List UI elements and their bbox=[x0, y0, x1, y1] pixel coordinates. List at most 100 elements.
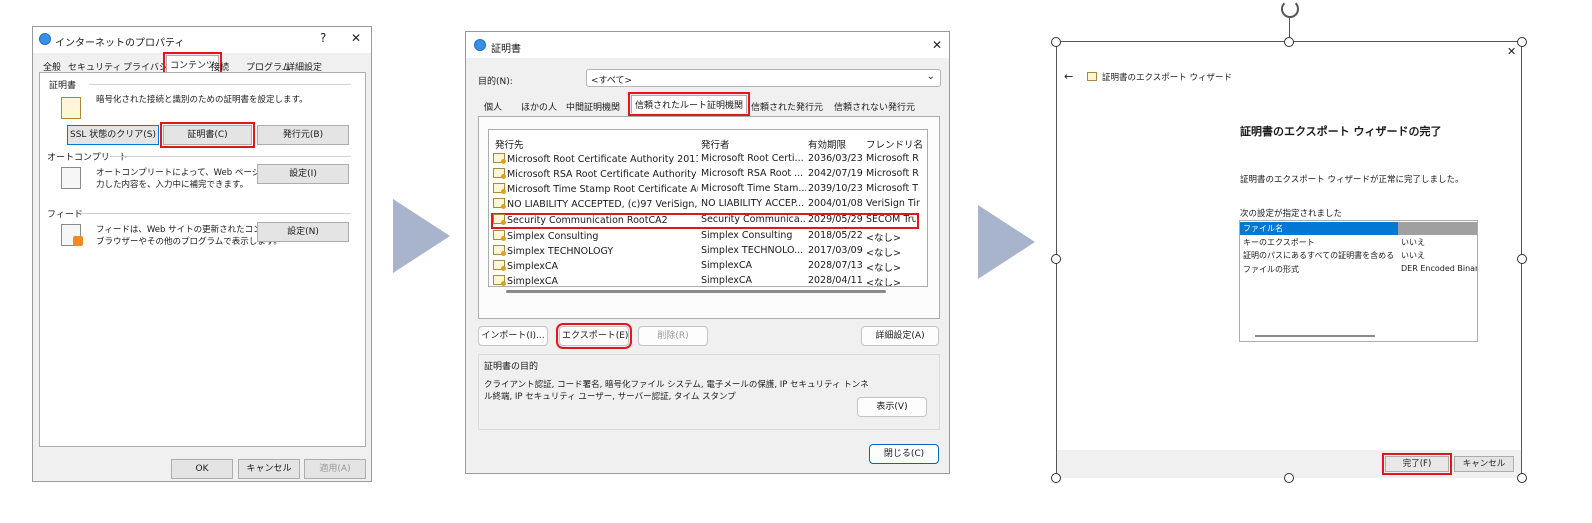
autocomplete-icon bbox=[61, 167, 81, 189]
finish-button[interactable]: 完了(F) bbox=[1382, 453, 1452, 475]
row-issued-to-text: Microsoft RSA Root Certificate Authority… bbox=[507, 169, 698, 180]
internet-options-icon bbox=[39, 33, 51, 45]
divider bbox=[89, 84, 351, 85]
table-row[interactable]: Microsoft Root Certificate Authority 201… bbox=[493, 152, 927, 167]
row-expiration: 2017/03/09 bbox=[808, 245, 863, 256]
certificate-list[interactable]: 発行先 発行者 有効期限 フレンドリ名 Microsoft Root Certi… bbox=[488, 129, 928, 287]
row-expiration: 2028/07/13 bbox=[808, 260, 863, 271]
wizard-icon bbox=[1087, 72, 1097, 81]
table-row[interactable]: NO LIABILITY ACCEPTED, (c)97 VeriSign, I… bbox=[493, 197, 927, 212]
purpose-select-value: <すべて> bbox=[591, 76, 633, 86]
purpose-text-line1: クライアント認証, コード署名, 暗号化ファイル システム, 電子メールの保護,… bbox=[484, 380, 869, 390]
certificates-dialog: 証明書 ✕ 目的(N): <すべて> ⌄ 個人 ほかの人 中間証明機関 信頼され… bbox=[465, 31, 950, 474]
settings-row[interactable]: ファイルの形式 DER Encoded Binar bbox=[1240, 263, 1477, 276]
tab-intermediate-ca[interactable]: 中間証明機関 bbox=[566, 100, 620, 113]
tab-untrusted-publishers[interactable]: 信頼されない発行元 bbox=[834, 100, 915, 113]
table-row[interactable]: Simplex Consulting Simplex Consulting 20… bbox=[493, 229, 927, 244]
import-button[interactable]: インポート(I)... bbox=[478, 326, 548, 346]
purpose-select[interactable]: <すべて> ⌄ bbox=[586, 69, 941, 87]
advanced-button[interactable]: 詳細設定(A) bbox=[861, 326, 939, 346]
column-header-friendly-name[interactable]: フレンドリ名 bbox=[866, 137, 923, 151]
settings-row-selected[interactable]: ファイル名 bbox=[1240, 222, 1477, 235]
resize-handle-top-right[interactable] bbox=[1517, 37, 1527, 47]
apply-button[interactable]: 適用(A) bbox=[304, 459, 366, 479]
settings-label: 次の設定が指定されました bbox=[1240, 209, 1343, 219]
row-issued-by: NO LIABILITY ACCEP... bbox=[701, 198, 805, 209]
row-issued-to-text: SimplexCA bbox=[507, 276, 559, 287]
rotate-handle-icon[interactable] bbox=[1281, 0, 1299, 18]
certificate-icon bbox=[493, 214, 506, 225]
certificates-button[interactable]: 証明書(C) bbox=[160, 122, 255, 148]
column-header-issued-to[interactable]: 発行先 bbox=[495, 137, 524, 151]
export-button[interactable]: エクスポート(E)... bbox=[556, 323, 632, 349]
tab-trusted-root-ca[interactable]: 信頼されたルート証明機関 bbox=[627, 92, 751, 116]
row-expiration: 2029/05/29 bbox=[808, 214, 863, 225]
autocomplete-settings-button[interactable]: 設定(I) bbox=[257, 164, 349, 184]
help-button[interactable]: ? bbox=[320, 31, 326, 45]
title-bar: インターネットのプロパティ ? ✕ bbox=[33, 27, 371, 53]
resize-handle-bottom[interactable] bbox=[1284, 473, 1294, 483]
view-button[interactable]: 表示(V) bbox=[857, 397, 927, 417]
row-issued-to-text: Microsoft Time Stamp Root Certificate Au… bbox=[507, 184, 698, 195]
row-issued-to-text: SimplexCA bbox=[507, 261, 559, 272]
purpose-group: 証明書の目的 クライアント認証, コード署名, 暗号化ファイル システム, 電子… bbox=[478, 354, 940, 430]
horizontal-scrollbar[interactable] bbox=[506, 290, 886, 293]
setting-value: いいえ bbox=[1401, 250, 1425, 261]
close-button[interactable]: ✕ bbox=[932, 38, 942, 52]
resize-handle-bottom-left[interactable] bbox=[1051, 473, 1061, 483]
row-issued-by: SimplexCA bbox=[701, 260, 753, 271]
row-issued-by: Simplex TECHNOLO... bbox=[701, 245, 804, 256]
feeds-description-line2: ブラウザーやその他のプログラムで表示します。 bbox=[96, 237, 282, 247]
ok-button[interactable]: OK bbox=[171, 459, 233, 479]
certificate-icon bbox=[493, 183, 506, 194]
publishers-button[interactable]: 発行元(B) bbox=[257, 125, 349, 145]
row-issued-by: Microsoft Root Certi... bbox=[701, 153, 804, 164]
row-issued-to-text: Simplex Consulting bbox=[507, 231, 599, 242]
tab-personal[interactable]: 個人 bbox=[484, 100, 502, 113]
cancel-button[interactable]: キャンセル bbox=[1454, 456, 1514, 472]
tab-other-people[interactable]: ほかの人 bbox=[521, 100, 557, 113]
row-friendly-name: VeriSign Tir bbox=[866, 198, 920, 209]
cancel-button[interactable]: キャンセル bbox=[238, 459, 300, 479]
feeds-settings-button[interactable]: 設定(N) bbox=[257, 222, 349, 242]
tab-trusted-publishers[interactable]: 信頼された発行元 bbox=[751, 100, 823, 113]
table-row[interactable]: SimplexCA SimplexCA 2028/04/11 <なし> bbox=[493, 274, 927, 287]
certificate-icon bbox=[474, 39, 486, 51]
row-friendly-name: <なし> bbox=[866, 278, 901, 287]
resize-handle-top-left[interactable] bbox=[1051, 37, 1061, 47]
row-expiration: 2039/10/23 bbox=[808, 183, 863, 194]
settings-list[interactable]: ファイル名 キーのエクスポート いいえ 証明のパスにあるすべての証明書を含める … bbox=[1239, 220, 1478, 342]
resize-handle-top[interactable] bbox=[1284, 37, 1294, 47]
row-issued-to-text: Simplex TECHNOLOGY bbox=[507, 246, 614, 257]
column-header-expiration[interactable]: 有効期限 bbox=[808, 137, 846, 151]
table-row[interactable]: SimplexCA SimplexCA 2028/07/13 <なし> bbox=[493, 259, 927, 274]
horizontal-scrollbar[interactable] bbox=[1255, 335, 1375, 337]
certificate-icon bbox=[493, 168, 506, 179]
row-issued-to-text: NO LIABILITY ACCEPTED, (c)97 VeriSign, I… bbox=[507, 199, 698, 210]
resize-handle-right[interactable] bbox=[1517, 254, 1527, 264]
remove-button[interactable]: 削除(R) bbox=[638, 326, 708, 346]
back-arrow-icon[interactable]: ← bbox=[1064, 70, 1073, 83]
table-row[interactable]: Microsoft Time Stamp Root Certificate Au… bbox=[493, 182, 927, 197]
rotate-connector bbox=[1289, 17, 1290, 37]
chevron-down-icon: ⌄ bbox=[926, 71, 935, 82]
resize-handle-left[interactable] bbox=[1051, 254, 1061, 264]
close-button[interactable]: ✕ bbox=[1507, 45, 1516, 58]
wizard-title: 証明書のエクスポート ウィザード bbox=[1102, 73, 1232, 83]
setting-value: いいえ bbox=[1401, 238, 1425, 247]
row-friendly-name: Microsoft T bbox=[866, 183, 919, 194]
rss-icon bbox=[73, 236, 83, 246]
table-row[interactable]: Microsoft RSA Root Certificate Authority… bbox=[493, 167, 927, 182]
close-button[interactable]: ✕ bbox=[351, 31, 361, 45]
table-row-selected[interactable]: Security Communication RootCA2 Security … bbox=[491, 213, 919, 229]
close-dialog-button[interactable]: 閉じる(C) bbox=[869, 444, 939, 464]
table-row[interactable]: Simplex TECHNOLOGY Simplex TECHNOLO... 2… bbox=[493, 244, 927, 259]
clear-ssl-state-button[interactable]: SSL 状態のクリア(S) bbox=[67, 125, 159, 145]
internet-options-dialog: インターネットのプロパティ ? ✕ 全般 セキュリティ プライバシー コンテンツ… bbox=[32, 26, 372, 482]
settings-row[interactable]: キーのエクスポート いいえ bbox=[1240, 236, 1477, 249]
resize-handle-bottom-right[interactable] bbox=[1517, 473, 1527, 483]
column-header-issued-by[interactable]: 発行者 bbox=[701, 137, 730, 151]
row-issued-to: Security Communication RootCA2 bbox=[493, 214, 696, 226]
settings-row[interactable]: 証明のパスにあるすべての証明書を含める いいえ bbox=[1240, 249, 1477, 262]
row-expiration: 2036/03/23 bbox=[808, 153, 863, 164]
